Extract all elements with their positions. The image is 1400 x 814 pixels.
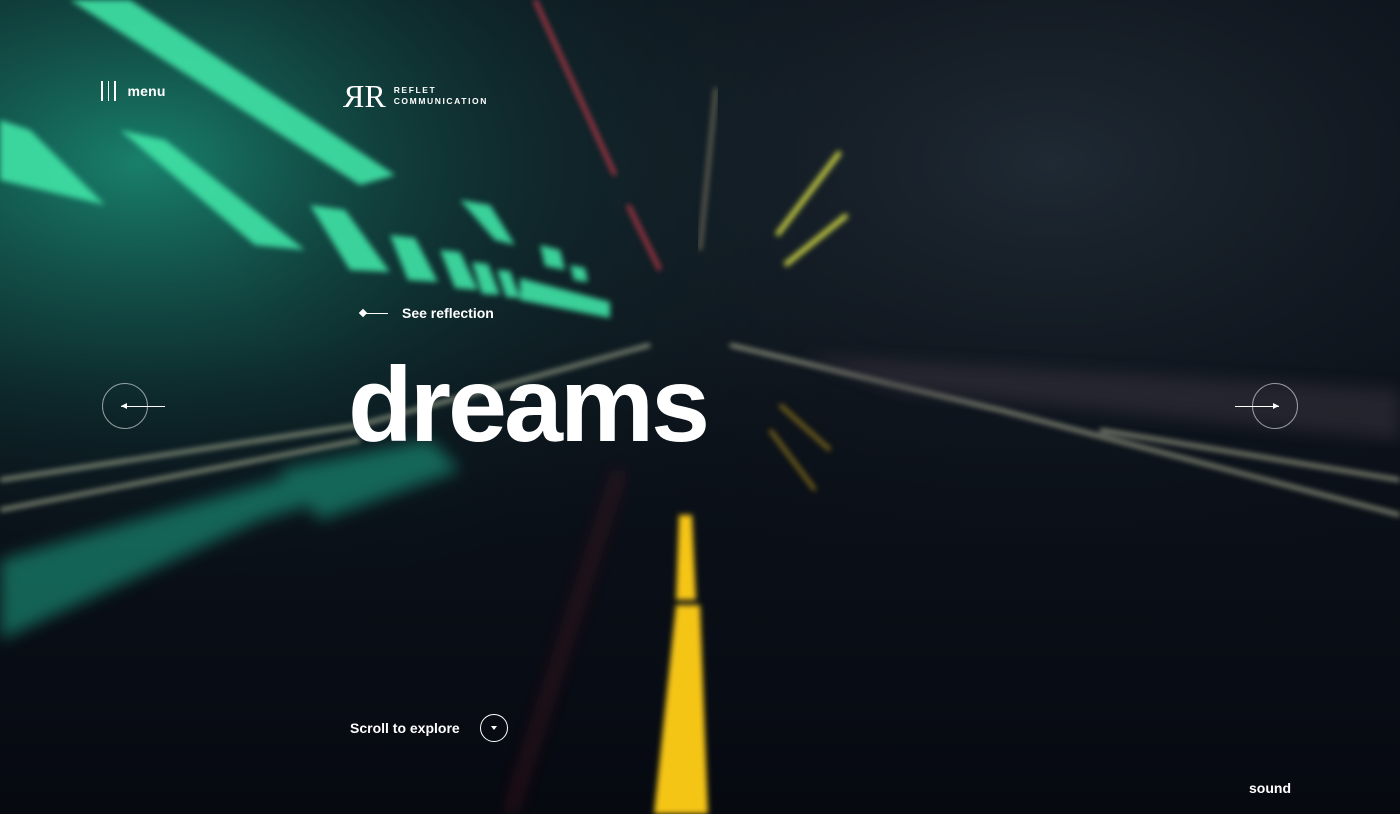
brand-logo[interactable]: RR REFLET COMMUNICATION xyxy=(349,78,488,114)
scroll-label: Scroll to explore xyxy=(350,720,460,736)
see-reflection-link[interactable]: See reflection xyxy=(358,305,494,321)
logo-mark: RR xyxy=(349,78,386,114)
arrow-left-head xyxy=(121,403,127,409)
logo-line-1: REFLET xyxy=(393,85,437,95)
previous-slide-button[interactable] xyxy=(102,383,165,429)
logo-wordmark: REFLET COMMUNICATION xyxy=(394,85,488,107)
menu-button[interactable]: menu xyxy=(101,80,166,102)
logo-line-2: COMMUNICATION xyxy=(393,96,488,106)
chevron-down-icon xyxy=(479,714,508,742)
arrow-right-head xyxy=(1273,403,1279,409)
hero-headline: dreams xyxy=(348,346,710,464)
sound-toggle[interactable]: sound xyxy=(1249,780,1291,796)
menu-label: menu xyxy=(127,83,166,99)
arrow-left-icon xyxy=(121,406,165,407)
menu-lines-icon xyxy=(101,81,116,101)
scroll-to-explore-button[interactable]: Scroll to explore xyxy=(350,714,508,742)
see-reflection-label: See reflection xyxy=(402,305,494,321)
next-slide-button[interactable] xyxy=(1235,383,1298,429)
diamond-line-icon xyxy=(358,308,388,318)
